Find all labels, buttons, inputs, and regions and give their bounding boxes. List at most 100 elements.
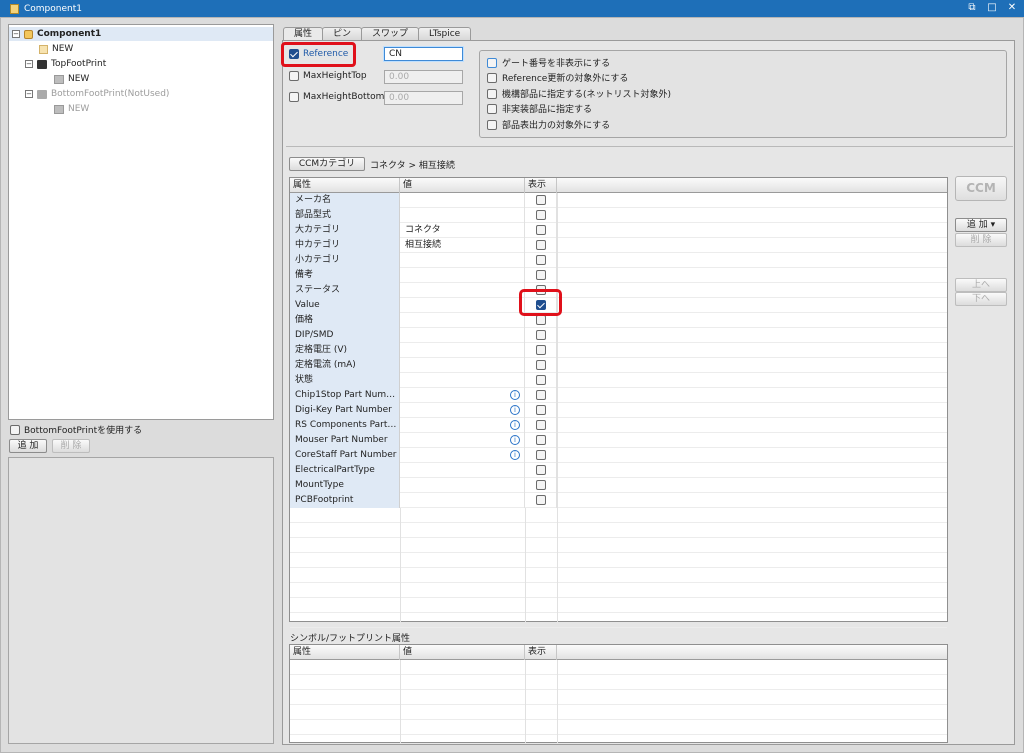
display-checkbox[interactable] [536,240,546,250]
display-cell[interactable] [525,463,557,478]
attribute-value-cell[interactable] [400,448,525,463]
display-cell[interactable] [525,253,557,268]
table-row[interactable]: MountType [290,478,947,493]
attribute-value-cell[interactable] [400,433,525,448]
table-row[interactable]: 価格 [290,313,947,328]
symbol-header-display[interactable]: 表示 [525,645,557,660]
reference-input[interactable]: CN [384,47,463,61]
maxheight-top-input[interactable]: 0.00 [384,70,463,84]
info-icon[interactable]: i [510,390,520,400]
option-checkbox[interactable] [487,103,497,114]
display-cell[interactable] [525,403,557,418]
header-value[interactable]: 値 [400,178,525,193]
table-row[interactable]: 定格電流 (mA) [290,358,947,373]
tab-swap[interactable]: スワップ [361,27,420,41]
attribute-value-cell[interactable] [400,328,525,343]
table-row[interactable]: 大カテゴリ コネクタ [290,223,947,238]
tree-node-new[interactable]: NEW [39,42,73,56]
table-row[interactable]: 備考 [290,268,947,283]
display-checkbox[interactable] [536,375,546,385]
move-down-button[interactable]: 下へ [955,292,1007,306]
table-row[interactable]: Mouser Part Number i [290,433,947,448]
table-row[interactable]: CoreStaff Part Number i [290,448,947,463]
table-row[interactable]: ステータス [290,283,947,298]
display-checkbox[interactable] [536,315,546,325]
table-row[interactable]: 定格電圧 (V) [290,343,947,358]
option-checkbox[interactable] [487,57,497,68]
option-not-mounted[interactable]: 非実装部品に指定する [487,102,592,115]
attribute-value-cell[interactable] [400,478,525,493]
header-attribute[interactable]: 属性 [290,178,400,193]
close-icon[interactable]: ✕ [1006,2,1018,14]
attribute-value-cell[interactable] [400,298,525,313]
option-checkbox[interactable] [487,72,497,83]
display-checkbox[interactable] [536,330,546,340]
display-checkbox[interactable] [536,495,546,505]
maxheight-top-checkbox[interactable] [289,71,299,81]
table-row[interactable]: 部品型式 [290,208,947,223]
option-hide-gate[interactable]: ゲート番号を非表示にする [487,56,610,69]
attribute-grid[interactable]: 属性 値 表示 メーカ名 部品型式 大カテゴリ コネクタ 中カテゴリ 相互接続 小カテゴリ備… [289,177,948,628]
display-checkbox[interactable] [536,465,546,475]
symbol-header-attribute[interactable]: 属性 [290,645,400,660]
display-cell[interactable] [525,328,557,343]
maxheight-top-toggle[interactable]: MaxHeightTop [289,71,367,81]
attribute-value-cell[interactable] [400,358,525,373]
collapse-icon[interactable]: − [12,30,20,38]
attribute-value-cell[interactable] [400,373,525,388]
attribute-value-cell[interactable] [400,313,525,328]
display-cell[interactable] [525,373,557,388]
attribute-value-cell[interactable] [400,463,525,478]
option-exclude-bom[interactable]: 部品表出力の対象外にする [487,118,610,131]
collapse-icon[interactable]: − [25,90,33,98]
display-cell[interactable] [525,208,557,223]
ccm-category-button[interactable]: CCMカテゴリ [289,157,365,171]
table-row[interactable]: Digi-Key Part Number i [290,403,947,418]
table-row[interactable]: RS Components Part… i [290,418,947,433]
info-icon[interactable]: i [510,435,520,445]
display-cell[interactable] [525,493,557,508]
table-row[interactable]: PCBFootprint [290,493,947,508]
display-checkbox[interactable] [536,450,546,460]
display-checkbox[interactable] [536,345,546,355]
table-row[interactable]: Chip1Stop Part Num… i [290,388,947,403]
attribute-value-cell[interactable] [400,268,525,283]
attribute-value-cell[interactable] [400,388,525,403]
display-cell[interactable] [525,238,557,253]
table-row[interactable]: メーカ名 [290,193,947,208]
display-checkbox[interactable] [536,225,546,235]
symbol-header-value[interactable]: 値 [400,645,525,660]
tree-node-topfootprint[interactable]: − TopFootPrint [25,57,106,71]
maximize-icon[interactable]: □ [986,2,998,14]
restore-icon[interactable]: ⧉ [966,2,978,14]
display-checkbox[interactable] [536,480,546,490]
display-cell[interactable] [525,223,557,238]
attribute-value-cell[interactable] [400,193,525,208]
table-row[interactable]: 中カテゴリ 相互接続 [290,238,947,253]
display-checkbox[interactable] [536,270,546,280]
table-row[interactable]: Value [290,298,947,313]
option-mechanical-part[interactable]: 機構部品に指定する(ネットリスト対象外) [487,87,671,100]
move-up-button[interactable]: 上へ [955,278,1007,292]
attribute-value-cell[interactable] [400,283,525,298]
display-cell[interactable] [525,343,557,358]
display-checkbox[interactable] [536,405,546,415]
maxheight-bottom-toggle[interactable]: MaxHeightBottom [289,92,384,102]
ccm-button[interactable]: CCM [955,176,1007,201]
maxheight-bottom-checkbox[interactable] [289,92,299,102]
info-icon[interactable]: i [510,405,520,415]
display-checkbox[interactable] [536,390,546,400]
side-add-button[interactable]: 追 加 ▾ [955,218,1007,232]
display-cell[interactable] [525,448,557,463]
tree-node-bottom-new[interactable]: NEW [54,102,89,116]
tree-node-component[interactable]: − Component1 [9,27,273,41]
table-row[interactable]: 小カテゴリ [290,253,947,268]
option-exclude-reference-update[interactable]: Reference更新の対象外にする [487,71,628,84]
table-row[interactable]: ElectricalPartType [290,463,947,478]
left-add-button[interactable]: 追 加 [9,439,47,453]
attribute-value-cell[interactable]: 相互接続 [400,238,525,253]
attribute-value-cell[interactable] [400,253,525,268]
display-cell[interactable] [525,478,557,493]
attribute-value-cell[interactable] [400,208,525,223]
maxheight-bottom-input[interactable]: 0.00 [384,91,463,105]
